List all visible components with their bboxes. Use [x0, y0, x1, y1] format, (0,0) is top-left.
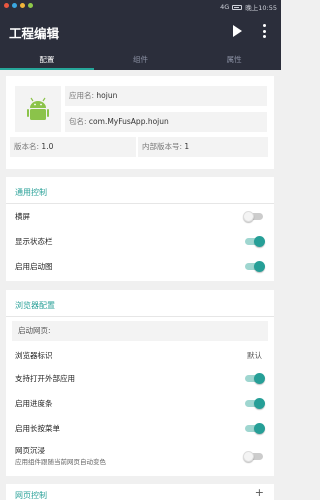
toggle-landscape[interactable] — [243, 211, 264, 222]
app-icon-button[interactable] — [15, 86, 61, 132]
toggle-splash[interactable] — [244, 261, 265, 272]
status-bar: 4G 晚上10:55 — [0, 0, 281, 13]
browser-config-card: 浏览器配置 启动网页: 浏览器标识 默认 支持打开外部应用 启用进度条 启用长按… — [6, 290, 274, 476]
web-control-card: 网页控制 + — [6, 484, 274, 500]
toggle-label-progress: 启用进度条 — [15, 399, 53, 408]
version-code-field[interactable]: 内部版本号: 1 — [138, 137, 268, 157]
toggle-external-apps[interactable] — [244, 373, 265, 384]
toggle-statusbar[interactable] — [244, 236, 265, 247]
tab-properties[interactable]: 属性 — [187, 51, 281, 70]
user-agent-value[interactable]: 默认 — [247, 350, 262, 361]
tab-config[interactable]: 配置 — [0, 51, 94, 70]
status-bar-notifications — [4, 3, 33, 8]
page-title: 工程编辑 — [9, 26, 60, 41]
app-bar: 工程编辑 — [0, 13, 281, 51]
app-name-value: hojun — [96, 91, 118, 100]
start-page-input[interactable]: 启动网页: — [12, 321, 268, 341]
notification-icon — [12, 3, 17, 8]
play-icon[interactable] — [231, 24, 243, 38]
user-agent-label: 浏览器标识 — [15, 351, 53, 360]
toggle-immersive[interactable] — [243, 451, 264, 462]
app-info-card: 应用名: hojun 包名: com.MyFusApp.hojun 版本名: 1… — [6, 76, 274, 169]
notification-icon — [4, 3, 9, 8]
signal-icon: 4G — [220, 3, 230, 11]
toggle-label-external: 支持打开外部应用 — [15, 374, 75, 383]
tab-components[interactable]: 组件 — [94, 51, 188, 70]
section-title: 通用控制 — [15, 188, 47, 197]
more-vert-icon[interactable] — [261, 23, 267, 39]
toggle-label-statusbar: 显示状态栏 — [15, 237, 53, 246]
notification-icon — [20, 3, 25, 8]
app-name-field[interactable]: 应用名: hojun — [65, 86, 267, 106]
toggle-label-longpress: 启用长按菜单 — [15, 424, 60, 433]
status-bar-right: 4G 晚上10:55 — [220, 2, 277, 12]
tab-bar: 配置 组件 属性 — [0, 51, 281, 70]
version-code-label: 内部版本号: — [142, 142, 183, 151]
notification-icon — [28, 3, 33, 8]
toggle-label-splash: 启用启动图 — [15, 262, 53, 271]
package-label: 包名: — [69, 117, 87, 126]
section-title: 网页控制 — [15, 491, 47, 500]
toggle-progress-bar[interactable] — [244, 398, 265, 409]
version-name-value: 1.0 — [41, 142, 54, 151]
add-icon[interactable]: + — [255, 486, 264, 499]
toggle-label-immersive: 网页沉浸 — [15, 446, 45, 455]
toggle-long-press-menu[interactable] — [244, 423, 265, 434]
section-title: 浏览器配置 — [15, 301, 55, 310]
battery-icon — [232, 4, 243, 10]
version-name-field[interactable]: 版本名: 1.0 — [10, 137, 136, 157]
package-value: com.MyFusApp.hojun — [88, 117, 169, 126]
version-name-label: 版本名: — [14, 142, 40, 151]
package-name-field[interactable]: 包名: com.MyFusApp.hojun — [65, 112, 267, 132]
status-time: 晚上10:55 — [245, 4, 277, 12]
version-code-value: 1 — [184, 142, 190, 151]
divider — [6, 203, 274, 204]
android-icon — [27, 97, 49, 120]
app-name-label: 应用名: — [69, 91, 95, 100]
immersive-description: 应用组件跟随当前网页自动变色 — [15, 458, 106, 466]
general-control-card: 通用控制 横屏 显示状态栏 启用启动图 — [6, 177, 274, 281]
divider — [6, 316, 274, 317]
toggle-label-landscape: 横屏 — [15, 212, 30, 221]
